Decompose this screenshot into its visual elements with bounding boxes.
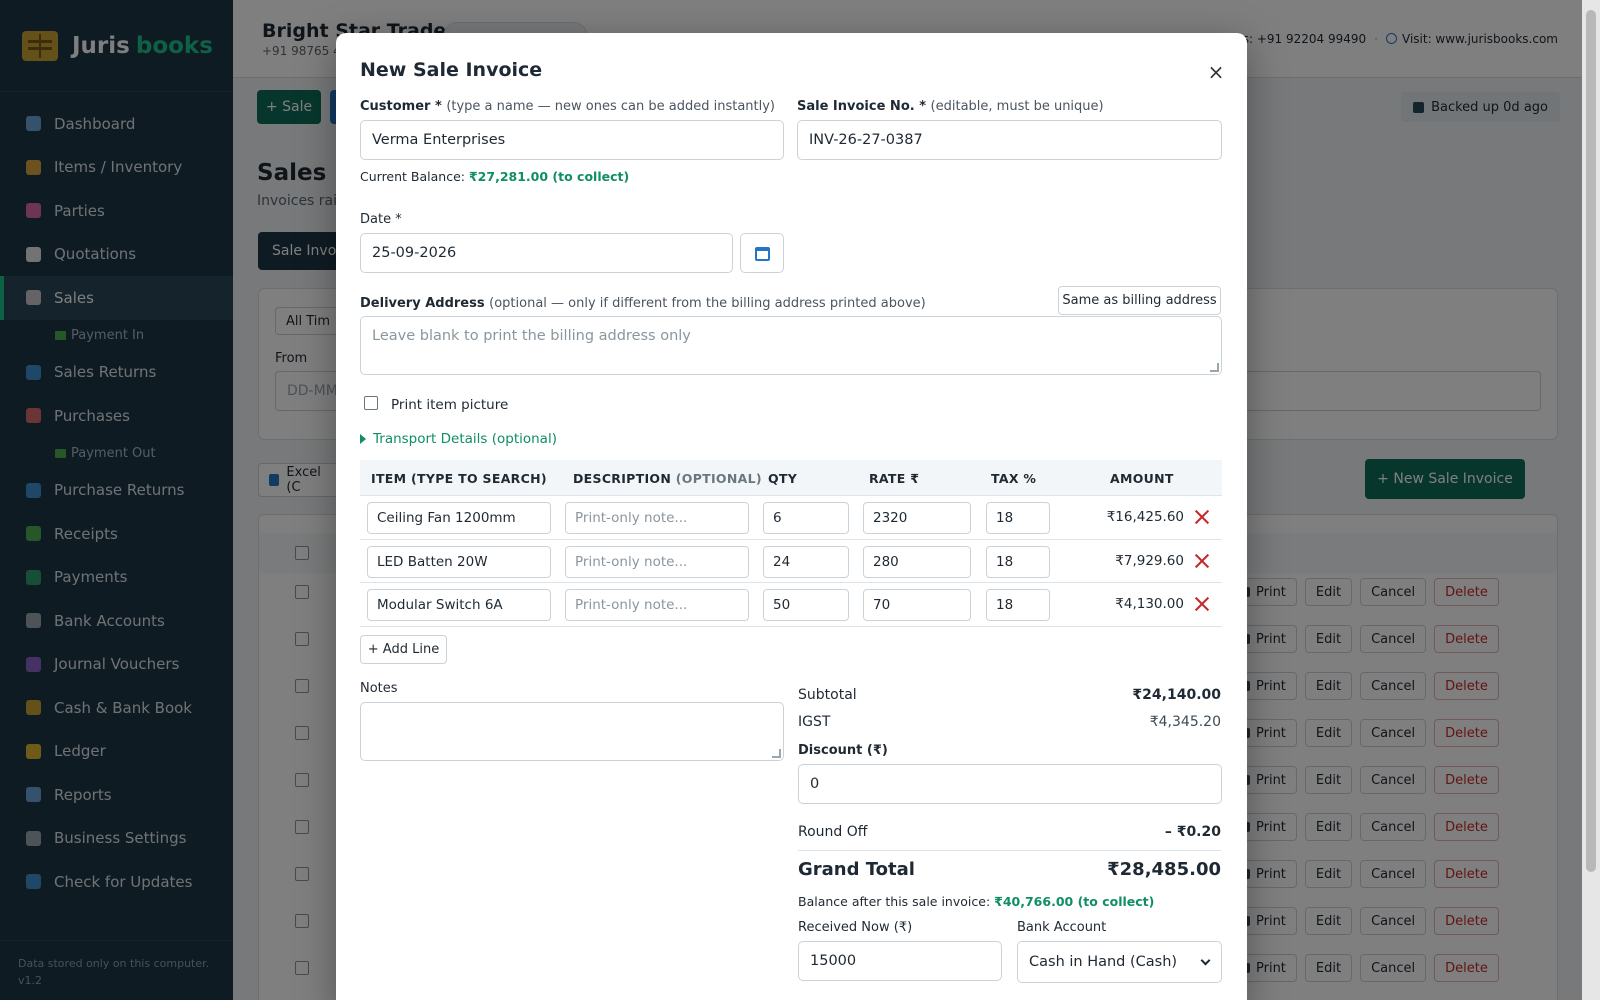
item-input[interactable]: LED Batten 20W bbox=[367, 545, 551, 578]
customer-label: Customer * (type a name — new ones can b… bbox=[360, 99, 775, 114]
balance-after-label: Balance after this sale invoice: bbox=[798, 894, 991, 909]
col-description: Description (optional) bbox=[573, 471, 762, 486]
rate-input[interactable]: 2320 bbox=[863, 502, 971, 534]
grand-total-label: Grand Total bbox=[798, 859, 915, 880]
customer-input[interactable]: Verma Enterprises bbox=[360, 120, 784, 160]
delivery-hint: (optional — only if different from the b… bbox=[489, 296, 926, 311]
new-sale-invoice-dialog: New Sale Invoice × Customer * (type a na… bbox=[336, 33, 1247, 1000]
bank-account-select[interactable]: Cash in Hand (Cash) bbox=[1017, 941, 1222, 983]
summary-divider bbox=[798, 850, 1221, 851]
invoice-no-label: Sale Invoice No. * (editable, must be un… bbox=[797, 99, 1104, 114]
current-balance-label: Current Balance: bbox=[360, 169, 465, 184]
print-picture-checkbox[interactable] bbox=[364, 396, 378, 410]
line-items-header: Item (type to search) Description (optio… bbox=[360, 460, 1222, 496]
bank-account-label: Bank Account bbox=[1017, 920, 1107, 935]
col-amount: Amount bbox=[1110, 471, 1174, 486]
line-item-row: Ceiling Fan 1200mm Print-only note... 6 232… bbox=[360, 496, 1222, 540]
item-input[interactable]: Modular Switch 6A bbox=[367, 589, 551, 621]
line-item-row: Modular Switch 6A Print-only note... 50 70 1… bbox=[360, 583, 1222, 627]
calendar-button[interactable] bbox=[740, 233, 784, 273]
rate-input[interactable]: 70 bbox=[863, 589, 971, 621]
line-items-body: Ceiling Fan 1200mm Print-only note... 6 232… bbox=[360, 496, 1222, 627]
qty-input[interactable]: 6 bbox=[763, 502, 849, 534]
current-balance-value: ₹27,281.00 (to collect) bbox=[468, 169, 630, 184]
item-input[interactable]: Ceiling Fan 1200mm bbox=[367, 502, 551, 534]
customer-hint: (type a name — new ones can be added ins… bbox=[446, 99, 776, 114]
line-amount: ₹16,425.60 bbox=[1106, 509, 1184, 525]
add-line-button[interactable]: + Add Line bbox=[360, 635, 447, 664]
discount-label: Discount (₹) bbox=[798, 743, 888, 758]
calendar-icon bbox=[755, 247, 770, 261]
date-input[interactable]: 25-09-2026 bbox=[360, 233, 733, 273]
igst-label: IGST bbox=[798, 714, 831, 730]
qty-input[interactable]: 24 bbox=[763, 545, 849, 578]
grand-total-value: ₹28,485.00 bbox=[1107, 859, 1221, 880]
remove-line-icon[interactable] bbox=[1194, 553, 1210, 569]
invoice-no-hint: (editable, must be unique) bbox=[930, 99, 1104, 114]
qty-input[interactable]: 50 bbox=[763, 589, 849, 621]
notes-textarea[interactable] bbox=[360, 702, 784, 761]
round-off-label: Round Off bbox=[798, 824, 868, 840]
scroll-thumb[interactable] bbox=[1586, 10, 1596, 872]
col-item: Item (type to search) bbox=[371, 471, 547, 486]
dialog-title: New Sale Invoice bbox=[360, 59, 543, 81]
col-qty: Qty bbox=[768, 471, 798, 486]
tax-input[interactable]: 18 bbox=[986, 589, 1050, 621]
line-amount: ₹4,130.00 bbox=[1115, 596, 1184, 612]
subtotal-label: Subtotal bbox=[798, 687, 857, 703]
delivery-placeholder: Leave blank to print the billing address… bbox=[372, 328, 691, 344]
close-icon[interactable]: × bbox=[1207, 62, 1225, 82]
description-input[interactable]: Print-only note... bbox=[565, 589, 749, 621]
subtotal-value: ₹24,140.00 bbox=[1132, 687, 1221, 703]
delivery-label: Delivery Address (optional — only if dif… bbox=[360, 296, 926, 311]
description-input[interactable]: Print-only note... bbox=[565, 502, 749, 534]
col-description-optional: (optional) bbox=[675, 471, 762, 486]
resize-grip-icon[interactable] bbox=[1210, 363, 1219, 372]
tax-input[interactable]: 18 bbox=[986, 545, 1050, 578]
delivery-label-text: Delivery Address bbox=[360, 296, 485, 311]
customer-label-text: Customer * bbox=[360, 99, 442, 114]
invoice-no-label-text: Sale Invoice No. * bbox=[797, 99, 927, 114]
transport-details-toggle[interactable]: Transport Details (optional) bbox=[360, 431, 557, 447]
col-tax: Tax % bbox=[991, 471, 1037, 486]
page-scrollbar[interactable] bbox=[1582, 0, 1600, 1000]
received-now-input[interactable]: 15000 bbox=[798, 941, 1002, 981]
col-description-text: Description bbox=[573, 471, 672, 486]
disclosure-triangle-icon bbox=[360, 434, 366, 444]
chevron-down-icon bbox=[1200, 955, 1211, 966]
line-item-row: LED Batten 20W Print-only note... 24 280 18 ₹… bbox=[360, 540, 1222, 583]
delivery-address-textarea[interactable]: Leave blank to print the billing address… bbox=[360, 316, 1222, 375]
resize-grip-icon[interactable] bbox=[772, 749, 781, 758]
invoice-no-input[interactable]: INV-26-27-0387 bbox=[797, 120, 1222, 160]
tax-input[interactable]: 18 bbox=[986, 502, 1050, 534]
balance-after: Balance after this sale invoice: ₹40,766… bbox=[798, 894, 1154, 909]
rate-input[interactable]: 280 bbox=[863, 545, 971, 578]
discount-input[interactable]: 0 bbox=[798, 764, 1222, 804]
balance-after-value: ₹40,766.00 (to collect) bbox=[994, 894, 1155, 909]
line-items-table: Item (type to search) Description (optio… bbox=[360, 460, 1222, 627]
remove-line-icon[interactable] bbox=[1194, 509, 1210, 525]
print-picture-label[interactable]: Print item picture bbox=[391, 397, 508, 413]
current-balance: Current Balance: ₹27,281.00 (to collect) bbox=[360, 169, 629, 184]
line-amount: ₹7,929.60 bbox=[1115, 552, 1184, 569]
transport-label: Transport Details (optional) bbox=[373, 431, 557, 447]
round-off-value: – ₹0.20 bbox=[1164, 824, 1221, 840]
igst-value: ₹4,345.20 bbox=[1149, 714, 1221, 730]
description-input[interactable]: Print-only note... bbox=[565, 545, 749, 578]
notes-label: Notes bbox=[360, 681, 398, 696]
same-as-billing-button[interactable]: Same as billing address bbox=[1058, 286, 1221, 315]
date-label: Date * bbox=[360, 212, 402, 227]
remove-line-icon[interactable] bbox=[1194, 596, 1210, 612]
received-now-label: Received Now (₹) bbox=[798, 920, 913, 935]
col-rate: Rate ₹ bbox=[869, 471, 920, 486]
bank-account-value: Cash in Hand (Cash) bbox=[1029, 954, 1178, 970]
